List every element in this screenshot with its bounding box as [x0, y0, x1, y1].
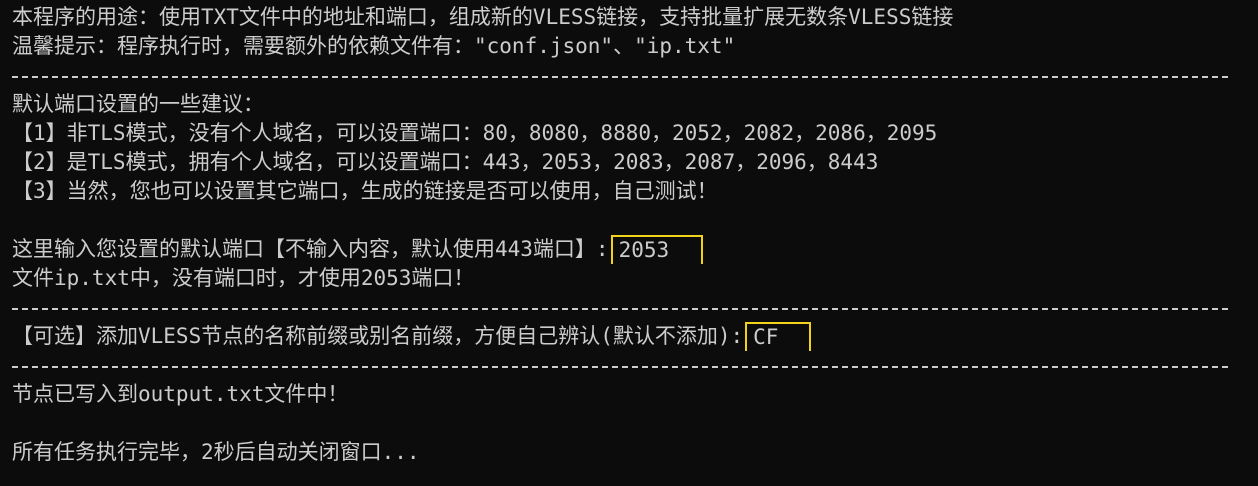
suggestion-item-1: 【1】非TLS模式，没有个人域名，可以设置端口：80，8080，8880，205…	[12, 121, 938, 145]
console-window[interactable]: 本程序的用途：使用TXT文件中的地址和端口，组成新的VLESS链接，支持批量扩展…	[0, 0, 1258, 486]
dependency-tip-line: 温馨提示：程序执行时，需要额外的依赖文件有："conf.json"、"ip.tx…	[12, 34, 736, 58]
port-note-line: 文件ip.txt中，没有端口时，才使用2053端口！	[12, 266, 475, 290]
purpose-line: 本程序的用途：使用TXT文件中的地址和端口，组成新的VLESS链接，支持批量扩展…	[12, 5, 954, 29]
port-input[interactable]: 2053	[610, 235, 703, 264]
suggestion-item-2: 【2】是TLS模式，拥有个人域名，可以设置端口：443，2053，2083，20…	[12, 150, 879, 174]
prefix-prompt-line: 【可选】添加VLESS节点的名称前缀或别名前缀，方便自己辨认(默认不添加): CF	[12, 322, 1246, 351]
separator-line	[12, 61, 1246, 90]
prefix-input[interactable]: CF	[745, 322, 812, 351]
separator-line	[12, 351, 1246, 380]
separator-line	[12, 293, 1246, 322]
suggestion-item-3: 【3】当然，您也可以设置其它端口，生成的链接是否可以使用，自己测试！	[12, 179, 718, 203]
port-prompt-label: 这里输入您设置的默认端口【不输入内容，默认使用443端口】:	[12, 237, 609, 261]
port-prompt-line: 这里输入您设置的默认端口【不输入内容，默认使用443端口】: 2053	[12, 235, 1246, 264]
suggestions-heading: 默认端口设置的一些建议：	[12, 92, 264, 116]
prefix-prompt-label: 【可选】添加VLESS节点的名称前缀或别名前缀，方便自己辨认(默认不添加):	[12, 324, 744, 348]
written-result-line: 节点已写入到output.txt文件中！	[12, 382, 349, 406]
completion-line: 所有任务执行完毕，2秒后自动关闭窗口...	[12, 440, 420, 464]
